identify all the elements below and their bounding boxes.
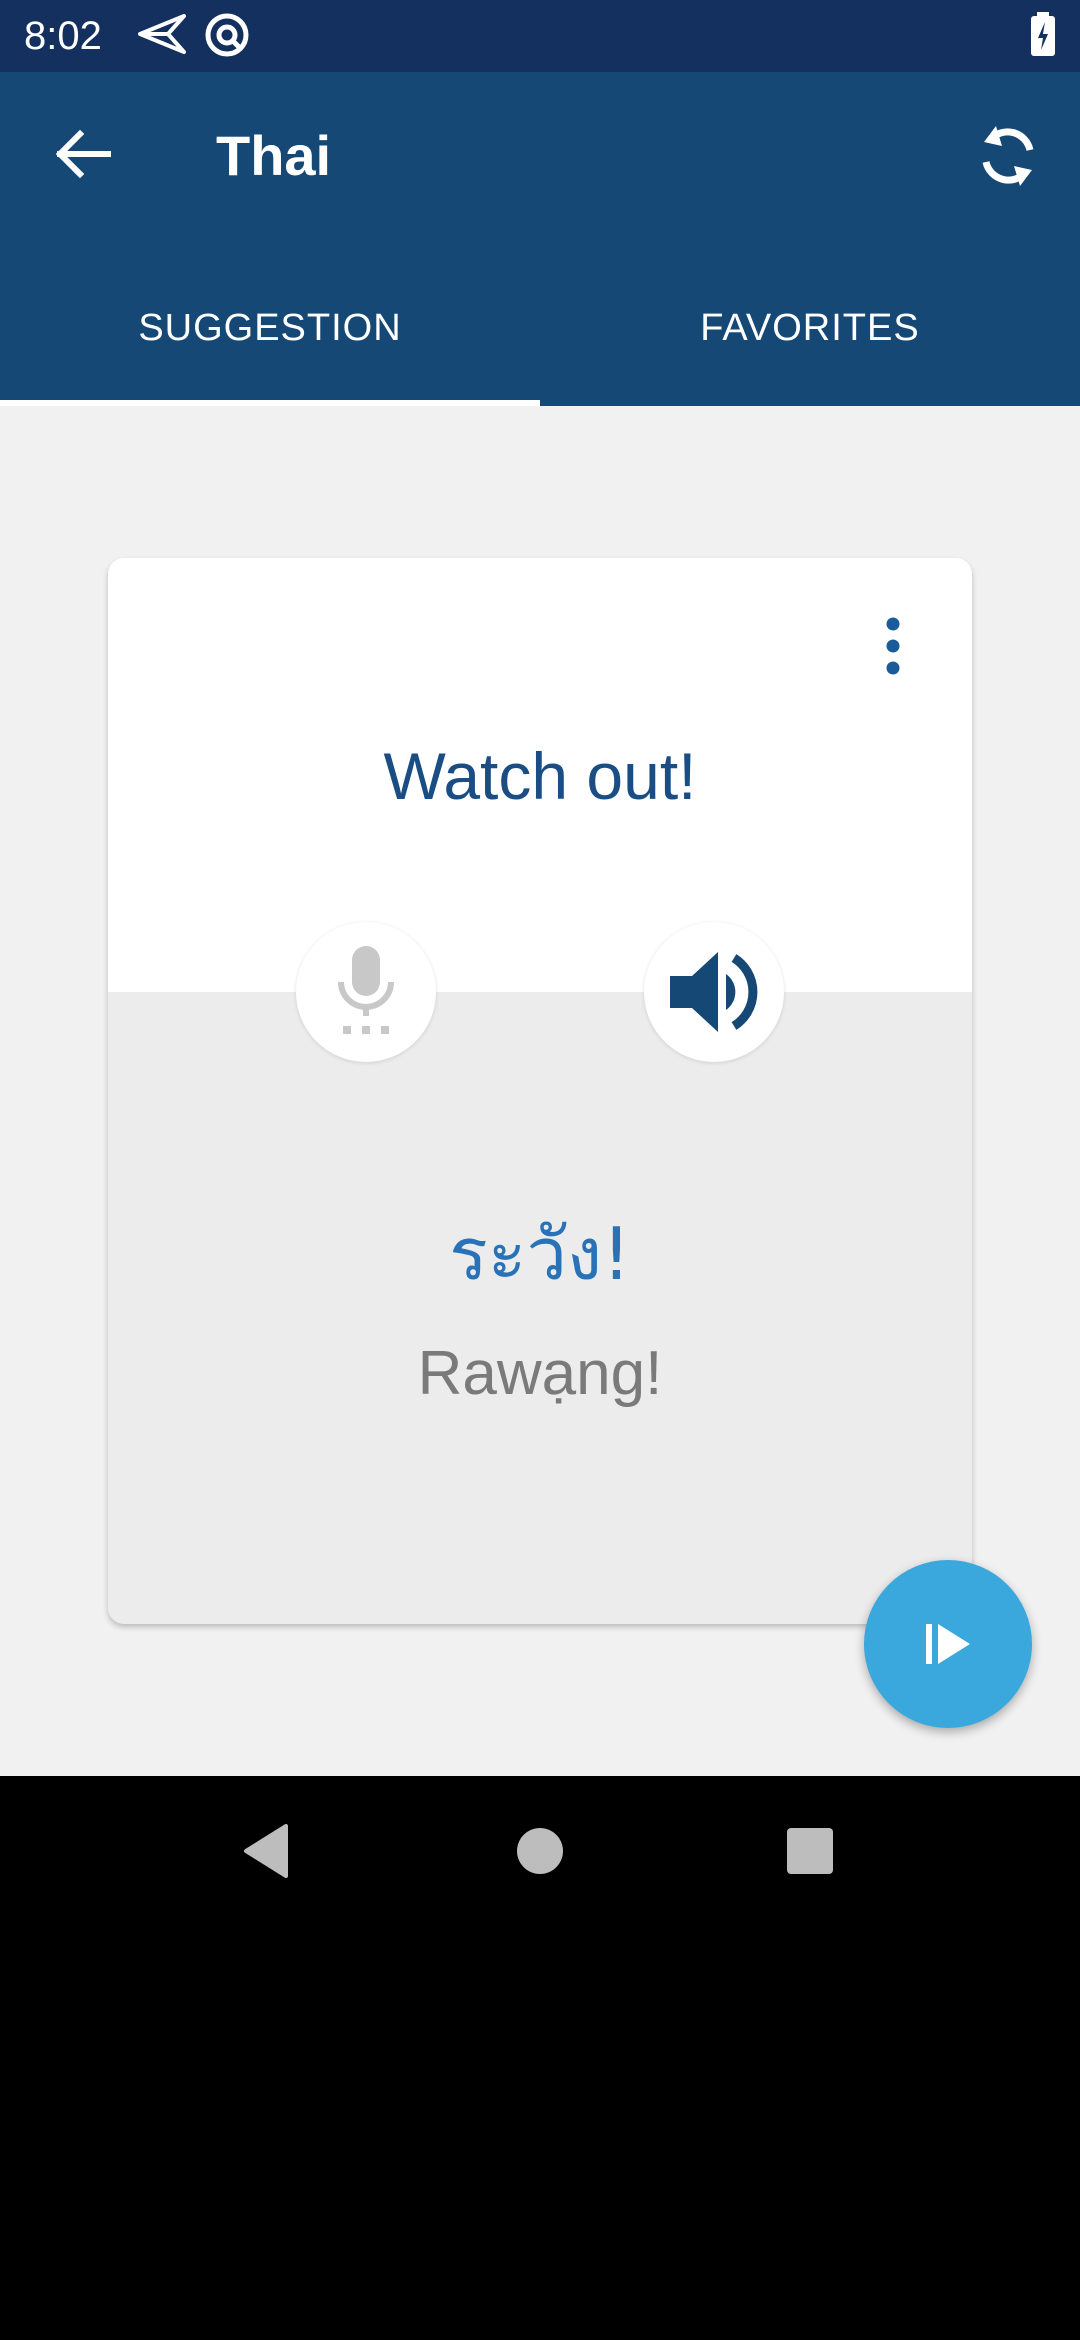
nav-home-button[interactable] — [505, 1816, 575, 1886]
tab-favorites-label: FAVORITES — [700, 307, 920, 349]
tab-suggestion[interactable]: SUGGESTION — [0, 298, 540, 406]
transliteration-text: Rawạng! — [417, 1339, 663, 1408]
content-area: Watch out! ระวัง! Rawạng! — [0, 406, 1080, 1776]
translation-text: ระวัง! — [449, 1212, 631, 1296]
tab-favorites[interactable]: FAVORITES — [540, 298, 1080, 406]
phrase-card: Watch out! ระวัง! Rawạng! — [108, 558, 972, 1624]
card-top-section: Watch out! — [108, 558, 972, 992]
arrow-left-icon — [55, 129, 111, 179]
play-next-icon — [926, 1624, 970, 1664]
battery-icon — [1030, 12, 1056, 62]
speaker-icon — [670, 952, 758, 1032]
status-time: 8:02 — [24, 14, 102, 58]
phrase-text: Watch out! — [383, 739, 697, 813]
recents-square-icon — [787, 1828, 833, 1874]
refresh-icon — [982, 126, 1034, 186]
play-audio-button[interactable] — [644, 922, 784, 1062]
more-vert-icon — [886, 617, 900, 675]
send-icon — [138, 12, 186, 60]
circle-a-icon — [204, 12, 250, 62]
next-phrase-button[interactable] — [864, 1560, 1032, 1728]
record-button[interactable] — [296, 922, 436, 1062]
home-circle-icon — [517, 1828, 563, 1874]
more-options-button[interactable] — [868, 608, 918, 688]
system-nav-bar — [0, 1776, 1080, 1922]
refresh-button[interactable] — [968, 116, 1048, 196]
microphone-icon — [338, 946, 394, 1034]
app-bar: Thai SUGGESTION FAVORITES — [0, 72, 1080, 406]
nav-recents-button[interactable] — [775, 1816, 845, 1886]
tab-suggestion-label: SUGGESTION — [138, 307, 402, 349]
nav-back-button[interactable] — [234, 1816, 304, 1886]
status-bar: 8:02 — [0, 0, 1080, 72]
back-button[interactable] — [44, 114, 124, 194]
page-title: Thai — [216, 124, 332, 187]
back-triangle-icon — [244, 1824, 288, 1878]
